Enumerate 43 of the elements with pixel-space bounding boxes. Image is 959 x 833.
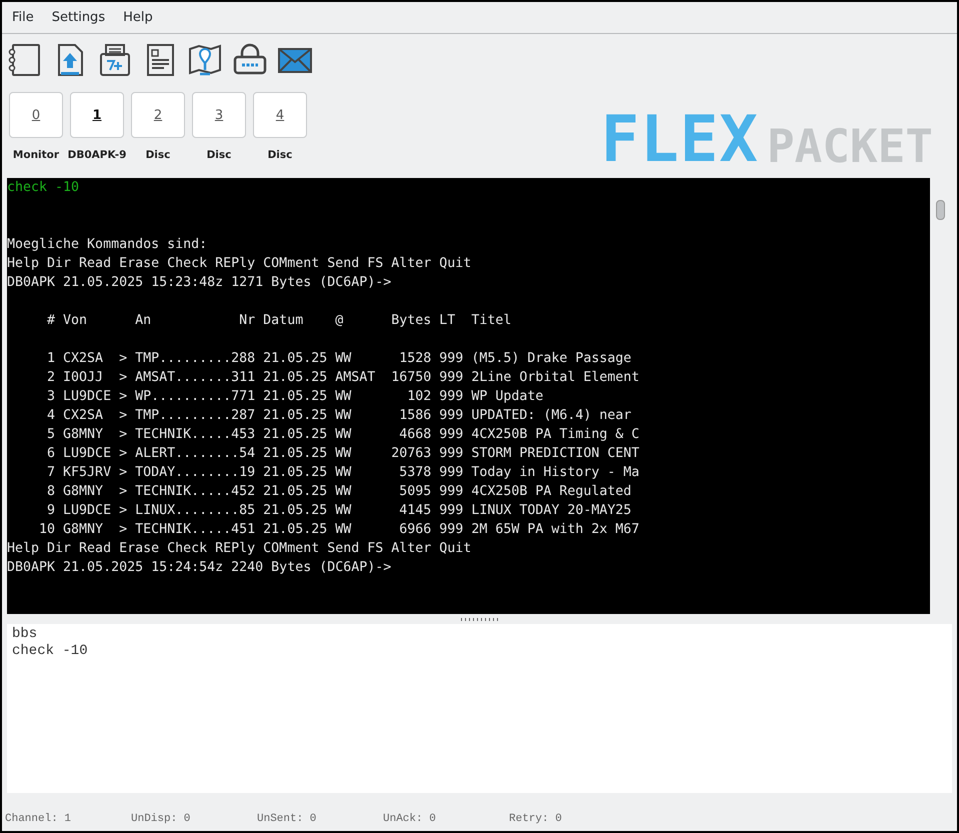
printer-icon[interactable] (98, 43, 132, 77)
terminal-line: 6 LU9DCE > ALERT........54 21.05.25 WW 20763 999 STORM PREDICTION CENT (46, 445, 640, 463)
channel-button[interactable]: 3 (192, 92, 246, 138)
channel-label: Disc (268, 149, 292, 161)
menu-item[interactable]: Settings (44, 10, 112, 25)
terminal-line: 4 CX2SA > TMP.........287 21.05.25 WW 1586 999 UPDATED: (M6.4) near (46, 407, 632, 425)
channel-label: DB0APK-9 (68, 149, 126, 161)
channel-button[interactable]: 0 (9, 92, 63, 138)
channel-button[interactable]: 2 (131, 92, 185, 138)
channel-label: Disc (146, 149, 170, 161)
notebook-icon[interactable] (8, 43, 42, 77)
map-pin-icon[interactable] (188, 43, 222, 77)
terminal-line: 2 I0OJJ > AMSAT.......311 21.05.25 AMSAT 16750 999 2Line Orbital Element (46, 369, 640, 387)
terminal-line: Help Dir Read Erase Check REPly COMment Send FS Alter Quit (7, 540, 472, 558)
terminal-line: 9 LU9DCE > LINUX........85 21.05.25 WW 4145 999 LINUX TODAY 20-MAY25 (46, 502, 632, 520)
terminal-line: 3 LU9DCE > WP..........771 21.05.25 WW 102 999 WP Update (46, 388, 544, 406)
terminal-line: 7 KF5JRV > TODAY........19 21.05.25 WW 5378 999 Today in History - Ma (46, 464, 640, 482)
command-input[interactable]: bbs check -10 (7, 624, 952, 793)
status-item: UnAck: 0 (383, 813, 437, 825)
input-line: check -10 (12, 643, 89, 660)
channel-button[interactable]: 4 (253, 92, 307, 138)
terminal-line: 1 CX2SA > TMP.........288 21.05.25 WW 1528 999 (M5.5) Drake Passage (46, 350, 632, 368)
channel-label: Monitor (12, 149, 60, 161)
terminal-line: DB0APK 21.05.2025 15:24:54z 2240 Bytes (DC6AP)-> (7, 559, 392, 577)
padlock-icon[interactable] (233, 43, 267, 77)
status-item: Retry: 0 (509, 813, 563, 825)
terminal-line: Moegliche Kommandos sind: (7, 236, 208, 254)
channel-label: Disc (206, 149, 232, 161)
status-item: UnDisp: 0 (131, 813, 192, 825)
status-item: Channel: 1 (5, 813, 72, 825)
channel-button[interactable]: 1 (70, 92, 124, 138)
status-item: UnSent: 0 (257, 813, 318, 825)
terminal-line: 10 G8MNY > TECHNIK.....451 21.05.25 WW 6966 999 2M 65W PA with 2x M67 (38, 521, 640, 539)
terminal-line: 8 G8MNY > TECHNIK.....452 21.05.25 WW 5095 999 4CX250B PA Regulated (46, 483, 632, 501)
scrollbar-thumb[interactable] (936, 200, 945, 220)
terminal-line: # Von An Nr Datum @ Bytes LT Titel (46, 312, 512, 330)
terminal-line: 5 G8MNY > TECHNIK.....453 21.05.25 WW 4668 999 4CX250B PA Timing & C (46, 426, 640, 444)
menu-item[interactable]: Help (116, 10, 160, 25)
command-echo: check -10 (7, 179, 80, 197)
input-line: bbs (12, 626, 38, 643)
menu-item[interactable]: File (5, 10, 41, 25)
terminal-line: Help Dir Read Erase Check REPly COMment Send FS Alter Quit (7, 255, 472, 273)
terminal-line: DB0APK 21.05.2025 15:23:48z 1271 Bytes (DC6AP)-> (7, 274, 392, 292)
